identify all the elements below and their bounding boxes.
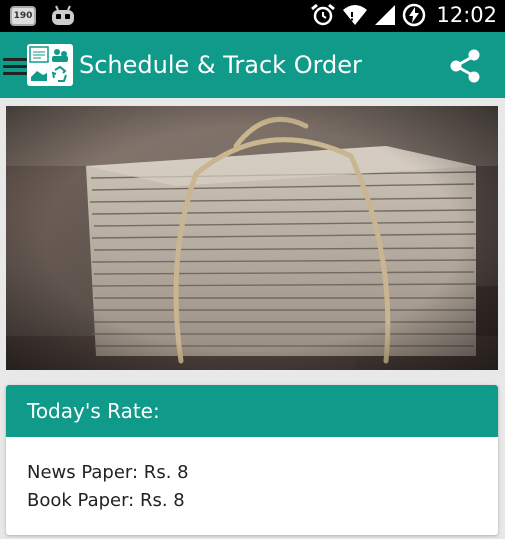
- app-logo-icon: [27, 44, 73, 86]
- android-robot-icon: [52, 5, 74, 25]
- status-bar: 190 12:02: [0, 0, 505, 32]
- rate-news-paper: News Paper: Rs. 8: [27, 462, 189, 483]
- share-icon: [450, 49, 480, 83]
- signal-icon: [375, 5, 396, 25]
- app-bar: Schedule & Track Order: [0, 32, 505, 98]
- rate-card: Today's Rate: News Paper: Rs. 8 Book Pap…: [6, 385, 498, 535]
- page-title: Schedule & Track Order: [79, 51, 362, 79]
- battery-charging-icon: [403, 3, 426, 27]
- notification-badge-icon: 190: [10, 6, 36, 26]
- rate-card-body: News Paper: Rs. 8 Book Paper: Rs. 8: [6, 437, 498, 515]
- rate-card-header: Today's Rate:: [6, 385, 498, 437]
- share-button[interactable]: [446, 47, 484, 85]
- status-time: 12:02: [436, 3, 497, 27]
- hamburger-icon[interactable]: [3, 58, 27, 75]
- rate-card-title: Today's Rate:: [27, 399, 160, 423]
- wifi-icon: [343, 5, 368, 25]
- newspaper-bundle-image: [6, 106, 498, 370]
- alarm-icon: [311, 3, 336, 26]
- rate-book-paper: Book Paper: Rs. 8: [27, 490, 185, 511]
